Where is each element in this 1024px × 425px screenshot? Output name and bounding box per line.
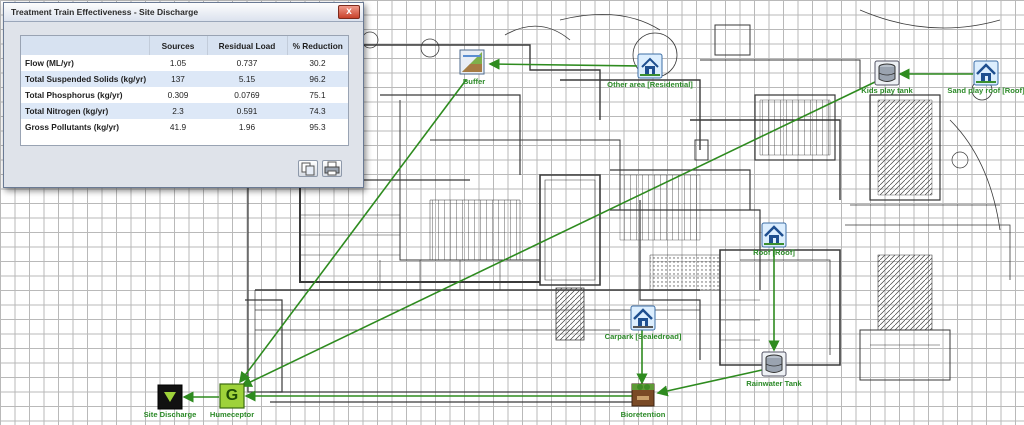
table-row[interactable]: Total Phosphorus (kg/yr) 0.309 0.0769 75…: [21, 87, 348, 103]
table-row[interactable]: Flow (ML/yr) 1.05 0.737 30.2: [21, 55, 348, 71]
link-other-area-to-buffer: [488, 58, 638, 70]
reduction-cell: 30.2: [309, 58, 326, 68]
residual-load-cell: 1.96: [238, 122, 256, 132]
rainwater-tank-icon[interactable]: [761, 351, 787, 377]
reduction-cell: 75.1: [309, 90, 326, 100]
treatment-train-window[interactable]: Treatment Train Effectiveness - Site Dis…: [3, 2, 364, 188]
column-header-label[interactable]: [21, 36, 150, 55]
row-label: Flow (ML/yr): [25, 58, 74, 68]
node-label-other-area: Other area [Residential]: [607, 80, 693, 89]
column-header-sources[interactable]: Sources: [149, 36, 208, 55]
node-label-bioretention: Bioretention: [620, 410, 666, 419]
copy-icon: [301, 162, 315, 176]
row-label: Total Suspended Solids (kg/yr): [21, 71, 149, 87]
row-label: Total Phosphorus (kg/yr): [25, 90, 123, 100]
sources-cell: 2.3: [149, 103, 207, 119]
row-label: Total Nitrogen (kg/yr): [21, 103, 149, 119]
rainwater-tank-icon[interactable]: [874, 60, 900, 86]
column-header-reduction[interactable]: % Reduction: [287, 36, 348, 55]
sources-cell: 1.05: [169, 58, 187, 68]
humeceptor-glyph: G: [225, 387, 239, 404]
window-title: Treatment Train Effectiveness - Site Dis…: [11, 7, 199, 17]
roof-catchment-icon[interactable]: [761, 222, 787, 248]
reduction-cell: 96.2: [287, 71, 348, 87]
node-label-rainwater-tank: Rainwater Tank: [746, 379, 802, 388]
node-label-kids-play-tank: Kids play tank: [861, 86, 913, 95]
node-label-sand-play-roof: Sand play roof [Roof]: [947, 86, 1024, 95]
results-table-panel: Sources Residual Load % Reduction Flow (…: [20, 35, 349, 146]
results-table: Sources Residual Load % Reduction Flow (…: [21, 36, 348, 135]
print-button[interactable]: [322, 160, 342, 177]
node-label-humeceptor: Humeceptor: [209, 410, 255, 419]
residual-load-cell: 0.0769: [234, 90, 260, 100]
row-label: Gross Pollutants (kg/yr): [25, 122, 120, 132]
bioretention-icon[interactable]: [631, 383, 655, 407]
node-label-roof: Roof [Roof]: [753, 248, 795, 257]
sealed-road-catchment-icon[interactable]: [630, 305, 656, 331]
residual-load-cell: 0.737: [236, 58, 258, 68]
residual-load-cell: 0.591: [207, 103, 287, 119]
residual-load-cell: 5.15: [207, 71, 287, 87]
window-title-bar[interactable]: Treatment Train Effectiveness - Site Dis…: [4, 3, 363, 22]
sources-cell: 137: [149, 71, 207, 87]
node-label-buffer: Buffer: [462, 77, 486, 86]
table-header-row: Sources Residual Load % Reduction: [21, 36, 348, 55]
residential-catchment-icon[interactable]: [637, 53, 663, 79]
sources-cell: 41.9: [169, 122, 187, 132]
table-row[interactable]: Total Suspended Solids (kg/yr) 137 5.15 …: [21, 71, 348, 87]
reduction-cell: 95.3: [309, 122, 326, 132]
node-label-carpark: Carpark [Sealedroad]: [604, 332, 682, 341]
node-label-site-discharge: Site Discharge: [143, 410, 197, 419]
sources-cell: 0.309: [167, 90, 189, 100]
column-header-residual-load[interactable]: Residual Load: [207, 36, 288, 55]
close-icon: x: [346, 6, 352, 17]
receiving-node-icon[interactable]: [157, 384, 183, 410]
print-icon: [324, 161, 340, 176]
table-row[interactable]: Total Nitrogen (kg/yr) 2.3 0.591 74.3: [21, 103, 348, 119]
buffer-icon[interactable]: [459, 49, 485, 75]
close-button[interactable]: x: [338, 5, 360, 19]
roof-catchment-icon[interactable]: [973, 60, 999, 86]
table-row[interactable]: Gross Pollutants (kg/yr) 41.9 1.96 95.3: [21, 119, 348, 135]
copy-button[interactable]: [298, 160, 318, 177]
reduction-cell: 74.3: [287, 103, 348, 119]
